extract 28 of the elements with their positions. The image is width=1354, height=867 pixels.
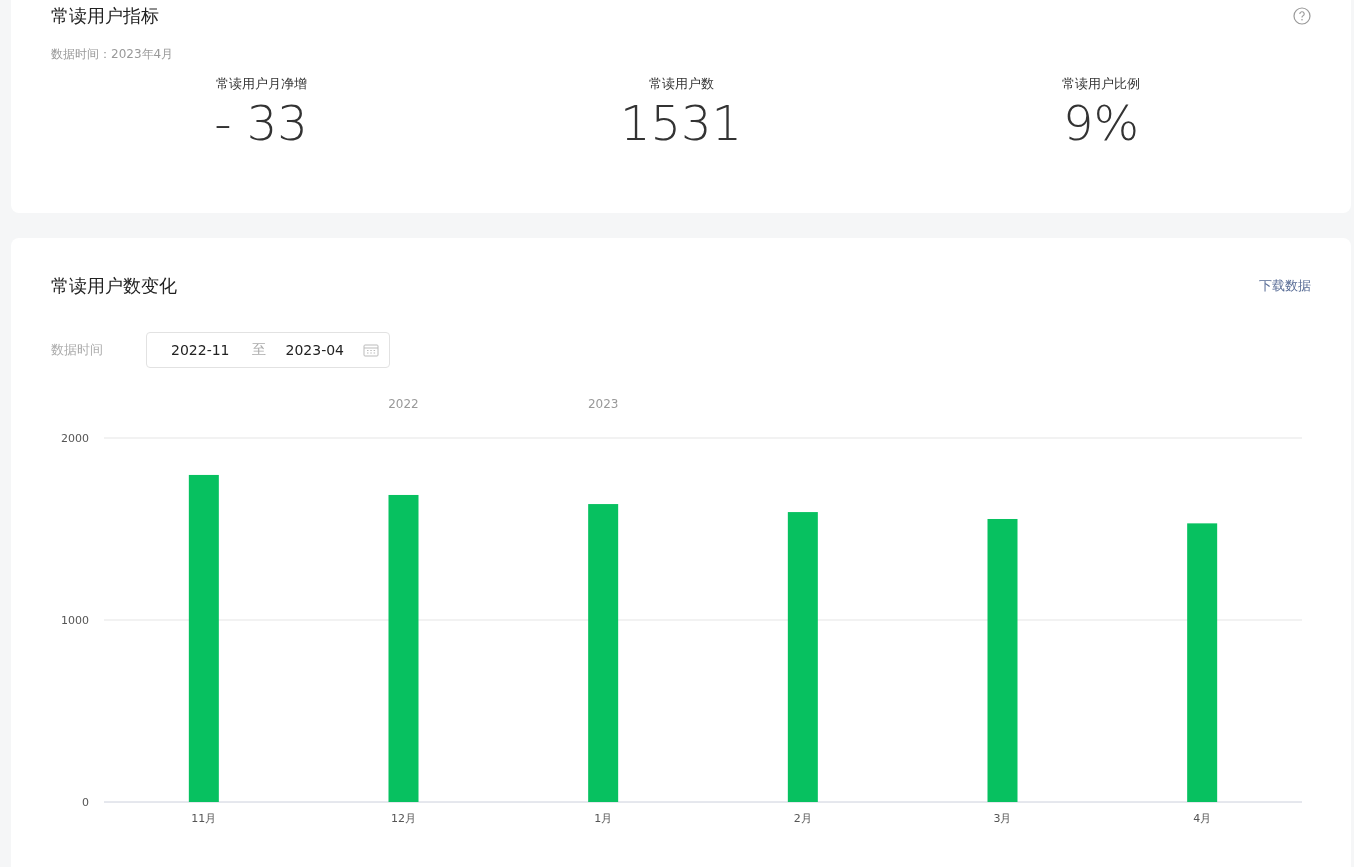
- metric-value: - 33: [214, 95, 308, 151]
- date-separator: 至: [251, 341, 266, 359]
- metric-value: 9%: [1062, 95, 1140, 151]
- data-time-text: 数据时间：2023年4月: [51, 46, 175, 63]
- x-axis-label: 11月: [191, 812, 217, 825]
- x-axis-label: 12月: [391, 812, 416, 825]
- end-date: 2023-04: [285, 342, 344, 358]
- card-title: 常读用户数变化: [51, 274, 177, 298]
- metric-label: 常读用户月净增: [215, 75, 307, 93]
- metric-label: 常读用户数: [648, 75, 714, 93]
- date-range-picker[interactable]: 2022-11 至 2023-04: [146, 332, 390, 368]
- start-date: 2022-11: [171, 342, 230, 358]
- y-axis-label: 1000: [61, 614, 89, 627]
- card-title: 常读用户指标: [51, 4, 159, 28]
- download-link[interactable]: 下载数据: [1259, 277, 1311, 295]
- help-icon[interactable]: [1293, 7, 1311, 25]
- metric-label: 常读用户比例: [1062, 75, 1140, 93]
- year-label: 2022: [388, 397, 419, 411]
- calendar-icon: [363, 343, 379, 357]
- date-label: 数据时间: [51, 341, 104, 359]
- x-axis-label: 2月: [793, 812, 812, 825]
- x-axis-label: 4月: [1193, 812, 1212, 825]
- y-axis-label: 0: [82, 796, 89, 809]
- x-axis-label: 1月: [594, 812, 613, 825]
- year-label: 2023: [587, 397, 619, 411]
- y-axis-label: 2000: [61, 432, 89, 445]
- metric-value: 1531: [619, 95, 743, 151]
- x-axis-label: 3月: [993, 812, 1012, 825]
